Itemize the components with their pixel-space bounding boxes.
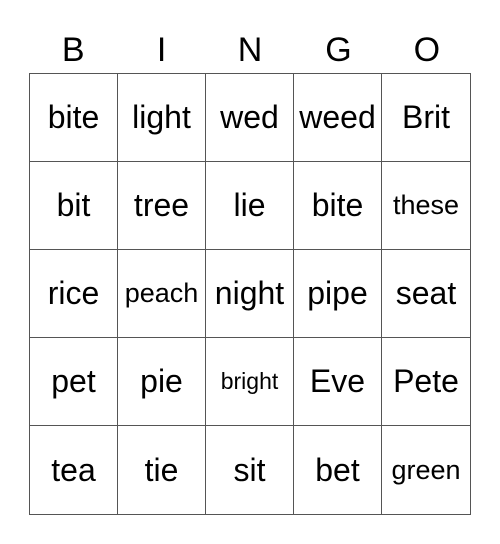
bingo-cell[interactable]: green [382, 426, 470, 514]
bingo-cell[interactable]: Eve [294, 338, 382, 426]
bingo-cell[interactable]: pipe [294, 250, 382, 338]
bingo-cell[interactable]: bit [30, 162, 118, 250]
bingo-cell[interactable]: bet [294, 426, 382, 514]
bingo-cell[interactable]: tree [118, 162, 206, 250]
header-letter-n: N [237, 31, 263, 69]
bingo-cell[interactable]: rice [30, 250, 118, 338]
bingo-cell[interactable]: Brit [382, 74, 470, 162]
header-letter-b: B [61, 31, 85, 69]
bingo-grid: bite light wed weed Brit bit tree lie bite these r… [29, 73, 471, 515]
bingo-cell[interactable]: night [206, 250, 294, 338]
bingo-cell[interactable]: seat [382, 250, 470, 338]
bingo-cell[interactable]: pie [118, 338, 206, 426]
header-letter-o: O [413, 31, 441, 69]
bingo-cell[interactable]: wed [206, 74, 294, 162]
header-letter-g: G [325, 31, 352, 69]
bingo-cell[interactable]: weed [294, 74, 382, 162]
header-letter-i: I [156, 31, 167, 69]
bingo-cell[interactable]: light [118, 74, 206, 162]
bingo-cell[interactable]: peach [118, 250, 206, 338]
bingo-cell[interactable]: bite [294, 162, 382, 250]
bingo-cell[interactable]: sit [206, 426, 294, 514]
bingo-cell[interactable]: pet [30, 338, 118, 426]
bingo-cell[interactable]: these [382, 162, 470, 250]
bingo-cell[interactable]: bright [206, 338, 294, 426]
bingo-cell[interactable]: Pete [382, 338, 470, 426]
bingo-cell[interactable]: bite [30, 74, 118, 162]
bingo-cell[interactable]: tea [30, 426, 118, 514]
bingo-cell[interactable]: lie [206, 162, 294, 250]
bingo-header: B I N G O [29, 28, 471, 72]
bingo-cell[interactable]: tie [118, 426, 206, 514]
